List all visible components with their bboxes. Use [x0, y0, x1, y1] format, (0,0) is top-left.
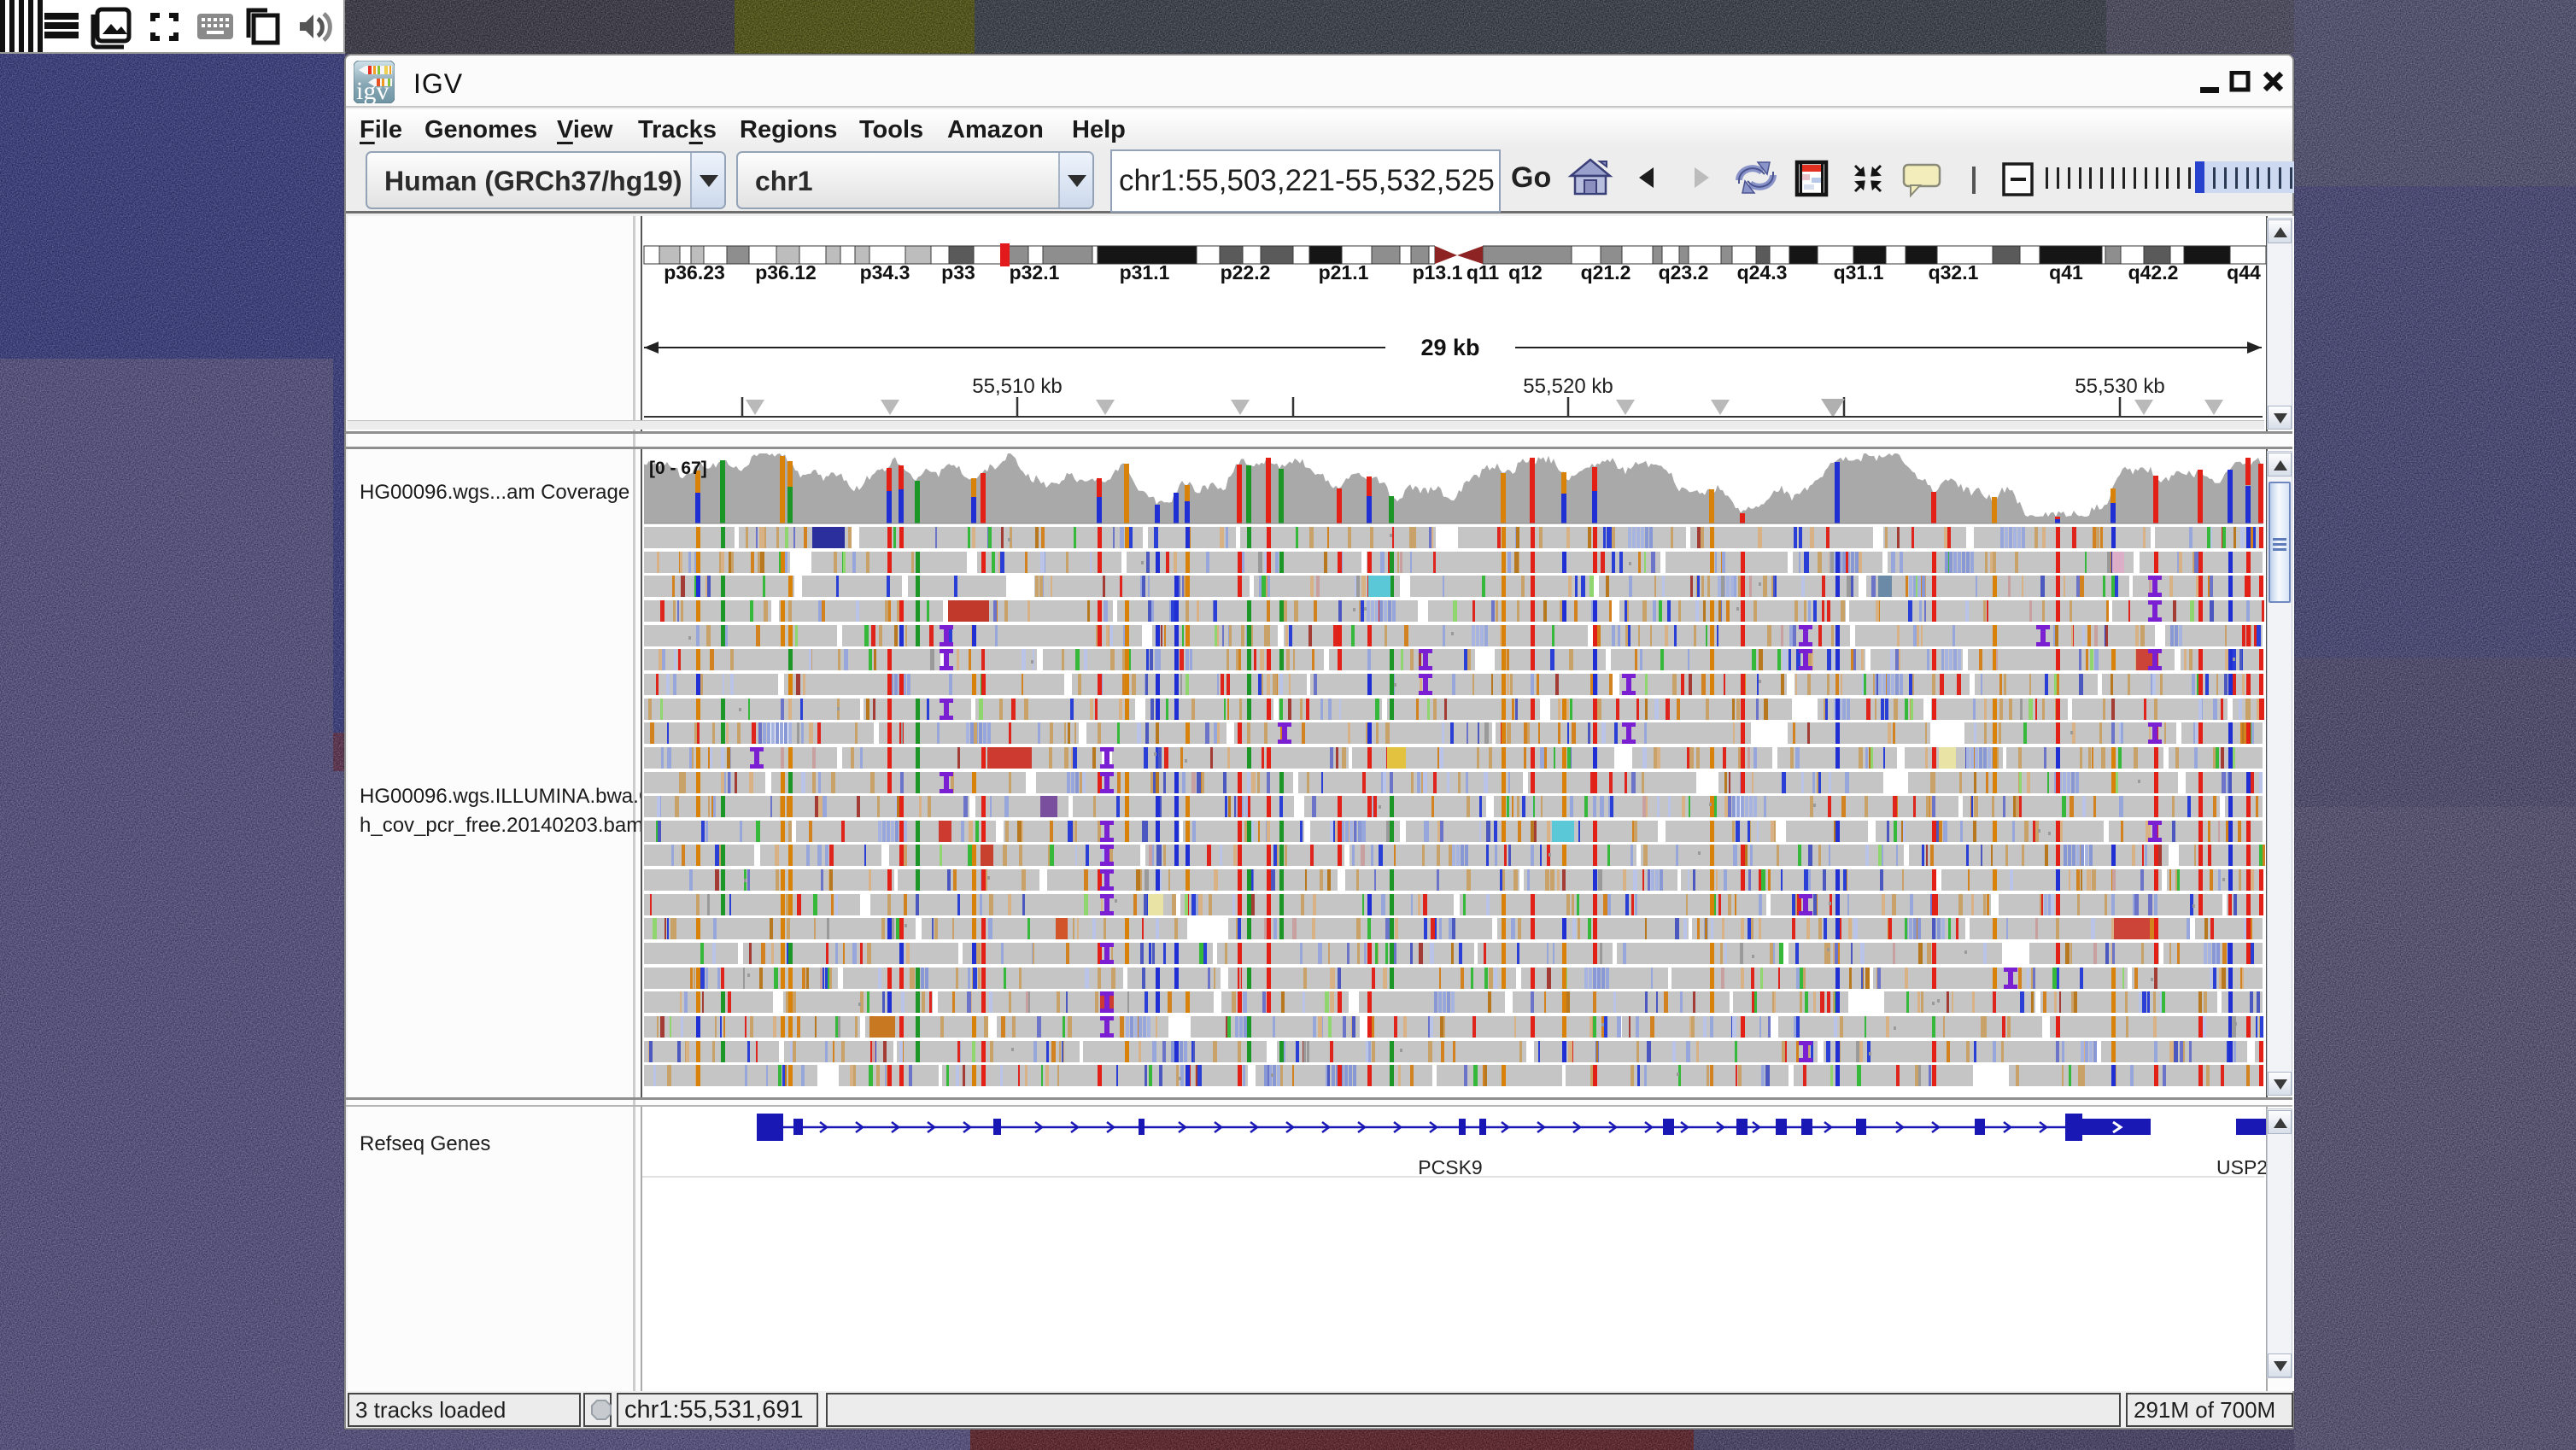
svg-text:p36.23: p36.23 — [664, 261, 725, 284]
svg-text:55,530 kb: 55,530 kb — [2075, 375, 2164, 398]
svg-text:q41: q41 — [2049, 261, 2083, 284]
svg-text:p32.1: p32.1 — [1010, 261, 1060, 284]
svg-text:q42.2: q42.2 — [2128, 261, 2179, 284]
svg-text:[0 - 67]: [0 - 67] — [649, 459, 707, 478]
svg-text:p33: p33 — [941, 261, 975, 284]
svg-text:q21.2: q21.2 — [1581, 261, 1631, 284]
svg-text:p36.12: p36.12 — [755, 261, 817, 284]
svg-text:PCSK9: PCSK9 — [1418, 1156, 1482, 1178]
svg-text:p22.2: p22.2 — [1221, 261, 1271, 284]
svg-text:p31.1: p31.1 — [1120, 261, 1170, 284]
svg-text:q23.2: q23.2 — [1659, 261, 1709, 284]
svg-text:p13.1: p13.1 — [1413, 261, 1463, 284]
svg-text:q31.1: q31.1 — [1834, 261, 1884, 284]
svg-text:q32.1: q32.1 — [1929, 261, 1979, 284]
svg-text:USP24: USP24 — [2216, 1156, 2266, 1178]
svg-text:q24.3: q24.3 — [1737, 261, 1788, 284]
svg-text:55,510 kb: 55,510 kb — [972, 375, 1062, 398]
svg-text:q44: q44 — [2227, 261, 2261, 284]
svg-text:q12: q12 — [1508, 261, 1543, 284]
svg-text:p21.1: p21.1 — [1319, 261, 1369, 284]
svg-text:p34.3: p34.3 — [860, 261, 910, 284]
svg-text:29 kb: 29 kb — [1420, 335, 1479, 360]
svg-text:igv: igv — [356, 77, 389, 103]
svg-text:55,520 kb: 55,520 kb — [1523, 375, 1613, 398]
svg-text:q11: q11 — [1467, 261, 1500, 284]
